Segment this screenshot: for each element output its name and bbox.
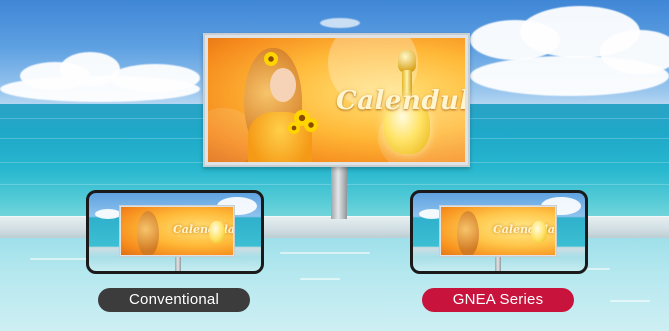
gnea-preview-frame: Calendula (410, 190, 588, 274)
cloud (470, 56, 669, 96)
cloud (0, 76, 200, 102)
main-billboard: Calendula (203, 33, 470, 167)
conventional-label: Conventional (98, 288, 250, 312)
billboard-pole (331, 167, 347, 219)
perfume-ad: Calendula (208, 38, 465, 162)
gnea-series-label: GNEA Series (422, 288, 574, 312)
conventional-preview-frame: Calendula (86, 190, 264, 274)
brand-logo-text: Calendula (336, 86, 465, 116)
cloud (320, 18, 360, 28)
beach-scene: Calendula Calendula Calendula Conventio (0, 0, 669, 331)
